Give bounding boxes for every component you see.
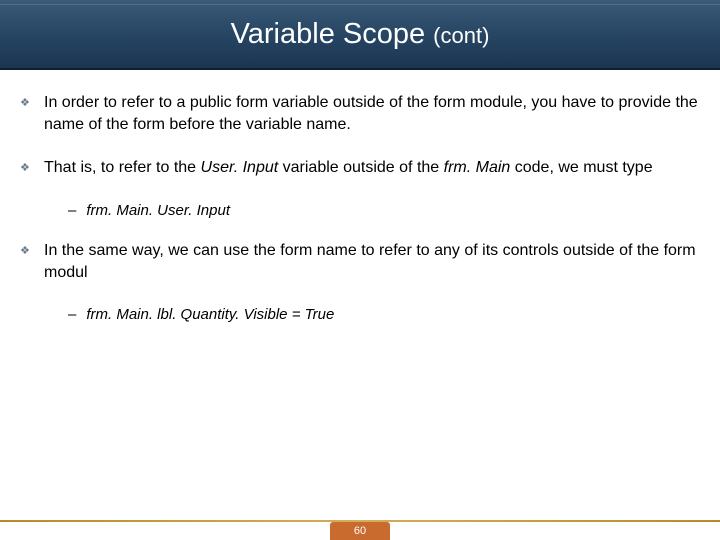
bullet-block: ❖ That is, to refer to the User. Input v… (20, 157, 700, 220)
diamond-icon: ❖ (20, 98, 30, 108)
page-number: 60 (354, 525, 366, 537)
text-italic: User. Input (201, 159, 279, 176)
sub-bullet: – frm. Main. lbl. Quantity. Visible = Tr… (68, 305, 700, 325)
sub-bullet: – frm. Main. User. Input (68, 201, 700, 221)
bullet-item: ❖ That is, to refer to the User. Input v… (20, 157, 700, 179)
bullet-block: ❖ In the same way, we can use the form n… (20, 240, 700, 325)
text-suffix: code, we must type (510, 159, 652, 176)
dash-icon: – (68, 305, 76, 325)
page-number-badge: 60 (330, 522, 390, 540)
sub-text: frm. Main. User. Input (86, 201, 230, 221)
diamond-icon: ❖ (20, 246, 30, 256)
bullet-text: That is, to refer to the User. Input var… (44, 157, 653, 179)
bullet-text: In order to refer to a public form varia… (44, 92, 700, 135)
bullet-text: In the same way, we can use the form nam… (44, 240, 700, 283)
text-prefix: That is, to refer to the (44, 159, 201, 176)
slide-header: Variable Scope (cont) (0, 0, 720, 70)
slide-content: ❖ In order to refer to a public form var… (0, 70, 720, 325)
bullet-item: ❖ In the same way, we can use the form n… (20, 240, 700, 283)
bullet-block: ❖ In order to refer to a public form var… (20, 92, 700, 135)
sub-text: frm. Main. lbl. Quantity. Visible = True (86, 305, 334, 325)
text-mid: variable outside of the (278, 159, 443, 176)
text-italic: frm. Main (444, 159, 511, 176)
slide-title: Variable Scope (cont) (0, 0, 720, 51)
slide-footer: 60 (0, 520, 720, 540)
title-cont: (cont) (433, 23, 489, 48)
dash-icon: – (68, 201, 76, 221)
title-main: Variable Scope (231, 18, 434, 50)
bullet-item: ❖ In order to refer to a public form var… (20, 92, 700, 135)
diamond-icon: ❖ (20, 163, 30, 173)
